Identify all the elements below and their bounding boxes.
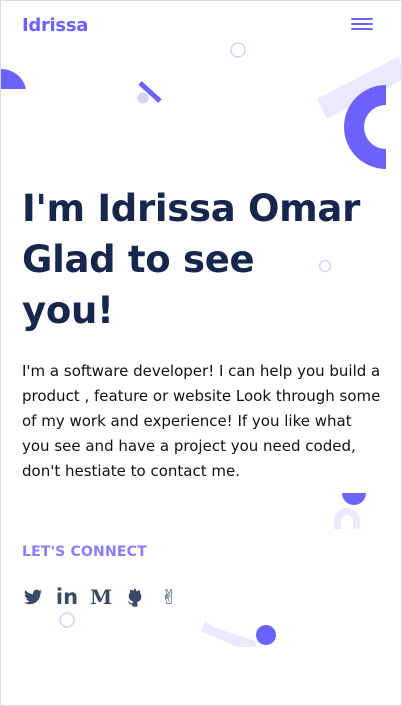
- hamburger-menu-icon[interactable]: [351, 15, 373, 33]
- lets-connect-label: LET'S CONNECT: [22, 544, 147, 560]
- linkedin-icon[interactable]: in: [56, 586, 78, 608]
- linkedin-glyph: in: [55, 585, 79, 609]
- hero-line-2: Glad to see: [22, 238, 255, 281]
- medium-icon[interactable]: M: [90, 586, 112, 608]
- social-links: in M ✌: [22, 586, 180, 608]
- intro-paragraph: I'm a software developer! I can help you…: [22, 362, 381, 480]
- twitter-icon[interactable]: [22, 586, 44, 608]
- hero-heading: I'm Idrissa Omar Glad to see you!: [22, 183, 382, 336]
- peace-hand-icon[interactable]: ✌: [158, 586, 180, 608]
- page-frame: Idrissa I'm Idrissa Omar Glad to see you…: [0, 0, 402, 706]
- hero-line-1: I'm Idrissa Omar: [22, 187, 361, 230]
- peace-hand-glyph: ✌: [160, 585, 178, 609]
- medium-glyph: M: [89, 585, 113, 609]
- github-icon[interactable]: [124, 586, 146, 608]
- hero-line-3: you!: [22, 289, 114, 332]
- site-logo[interactable]: Idrissa: [22, 15, 88, 36]
